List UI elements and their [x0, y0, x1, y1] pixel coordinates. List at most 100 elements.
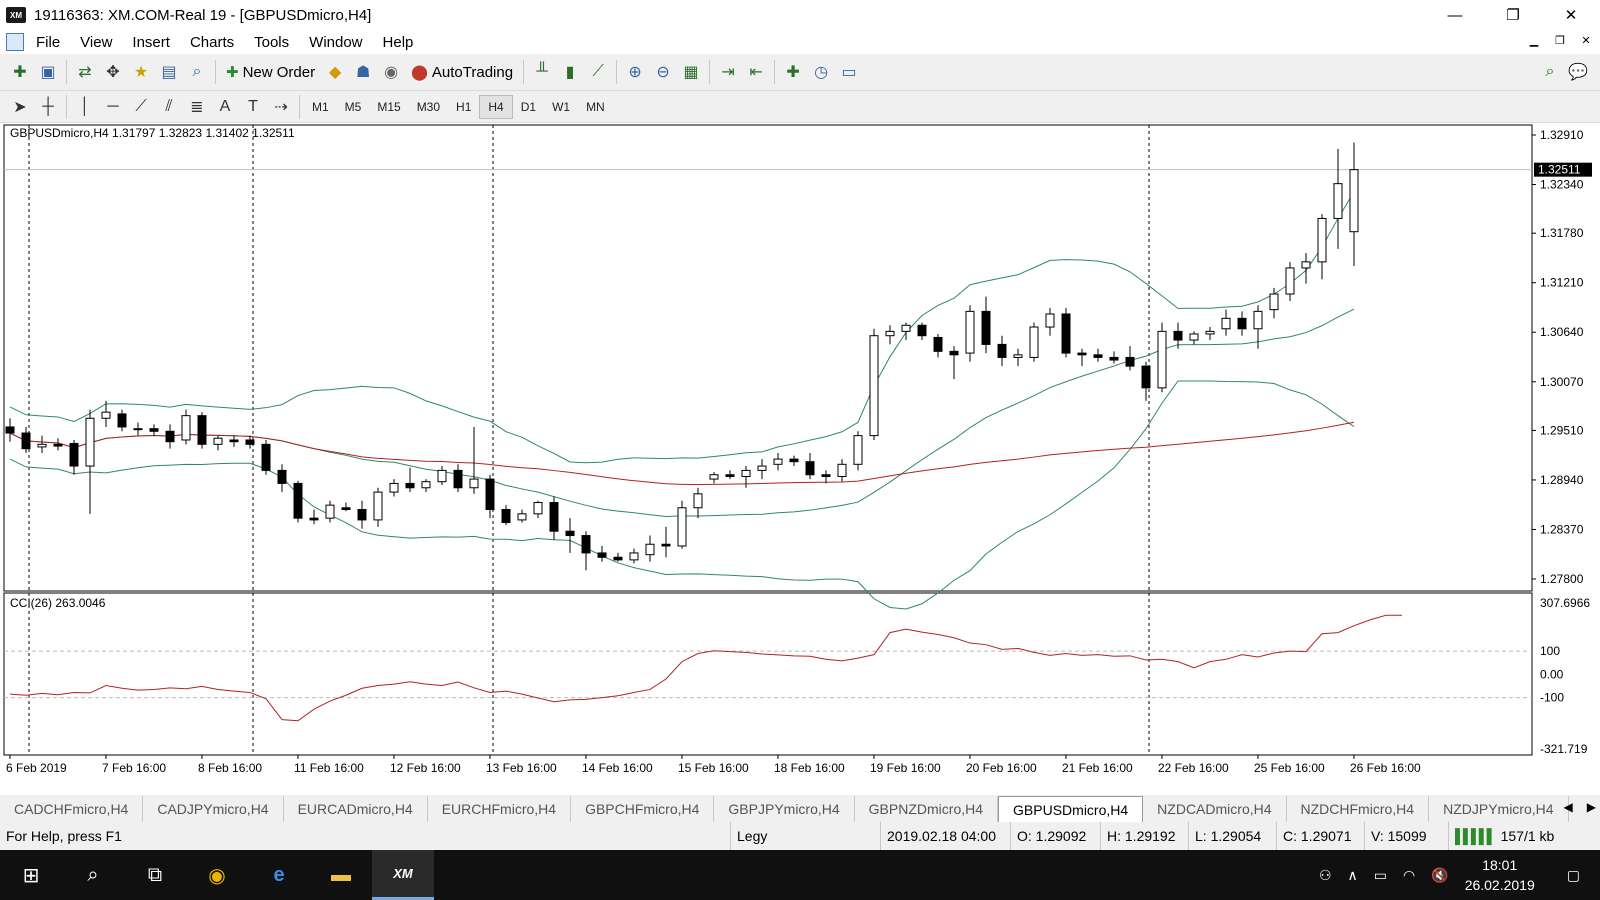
- tray-chevron-icon[interactable]: ∧: [1348, 867, 1358, 884]
- chat-icon[interactable]: 💬: [1564, 59, 1592, 85]
- menu-charts[interactable]: Charts: [180, 34, 244, 51]
- chrome-icon[interactable]: ◉: [186, 850, 248, 900]
- cci-tick-label: 307.6966: [1540, 596, 1590, 610]
- tab-nzdcad[interactable]: NZDCADmicro,H4: [1143, 796, 1287, 822]
- wifi-icon[interactable]: ◠: [1403, 867, 1415, 884]
- tf-m1[interactable]: M1: [304, 95, 337, 119]
- chart-window[interactable]: GBPUSDmicro,H4 1.31797 1.32823 1.31402 1…: [0, 123, 1600, 795]
- templates-icon[interactable]: ▭: [835, 59, 863, 85]
- channel-icon[interactable]: ⫽: [155, 94, 183, 120]
- arrows-icon[interactable]: ⇢: [267, 94, 295, 120]
- terminal-icon[interactable]: ▤: [155, 59, 183, 85]
- zoom-out-icon[interactable]: ⊖: [649, 59, 677, 85]
- metaeditor-icon[interactable]: ◆: [321, 59, 349, 85]
- menu-view[interactable]: View: [70, 34, 122, 51]
- xm-terminal-taskbar-icon[interactable]: XM: [372, 850, 434, 900]
- fibonacci-icon[interactable]: ≣: [183, 94, 211, 120]
- menu-insert[interactable]: Insert: [122, 34, 180, 51]
- indicators-icon[interactable]: ✚: [779, 59, 807, 85]
- cursor-icon[interactable]: ➤: [6, 94, 34, 120]
- menu-tools[interactable]: Tools: [244, 34, 299, 51]
- chart-tabs: CADCHFmicro,H4 CADJPYmicro,H4 EURCADmicr…: [0, 796, 1600, 822]
- close-button[interactable]: ✕: [1542, 0, 1600, 30]
- market-watch-icon[interactable]: ⇄: [71, 59, 99, 85]
- notifications-icon[interactable]: ▢: [1567, 867, 1580, 884]
- tf-mn[interactable]: MN: [578, 95, 613, 119]
- file-explorer-icon[interactable]: ▬: [310, 850, 372, 900]
- edge-icon[interactable]: e: [248, 850, 310, 900]
- tab-gbpchf[interactable]: GBPCHFmicro,H4: [571, 796, 715, 822]
- chart-window-icon[interactable]: [6, 33, 24, 51]
- profiles-icon[interactable]: ▣: [34, 59, 62, 85]
- tf-d1[interactable]: D1: [513, 95, 544, 119]
- tile-windows-icon[interactable]: ▦: [677, 59, 705, 85]
- crosshair-icon[interactable]: ┼: [34, 94, 62, 120]
- status-close: C: 1.29071: [1276, 822, 1364, 850]
- auto-scroll-icon[interactable]: ⇥: [714, 59, 742, 85]
- status-bar: For Help, press F1 Legy 2019.02.18 04:00…: [0, 822, 1600, 850]
- tf-m15[interactable]: M15: [369, 95, 408, 119]
- xm-app-icon: XM: [6, 7, 26, 23]
- battery-icon[interactable]: ▭: [1374, 867, 1387, 884]
- mdi-minimize-button[interactable]: ▁: [1524, 34, 1544, 47]
- candle: [293, 480, 303, 523]
- tab-eurcad[interactable]: EURCADmicro,H4: [284, 796, 428, 822]
- maximize-button[interactable]: ❐: [1484, 0, 1542, 30]
- menu-window[interactable]: Window: [299, 34, 372, 51]
- search-icon[interactable]: ⌕: [1536, 59, 1564, 85]
- mdi-restore-button[interactable]: ❐: [1550, 34, 1570, 47]
- trendline-icon[interactable]: ⟋: [127, 94, 155, 120]
- text-label-icon[interactable]: T: [239, 94, 267, 120]
- strategy-tester-icon[interactable]: ⌕: [183, 59, 211, 85]
- new-chart-icon[interactable]: ✚: [6, 59, 34, 85]
- market-icon[interactable]: ◉: [377, 59, 405, 85]
- price-chart[interactable]: GBPUSDmicro,H4 1.31797 1.32823 1.31402 1…: [0, 123, 1600, 795]
- tab-gbpusd[interactable]: GBPUSDmicro,H4: [998, 796, 1144, 822]
- task-view-icon[interactable]: ⧉: [124, 850, 186, 900]
- zoom-in-icon[interactable]: ⊕: [621, 59, 649, 85]
- periods-icon[interactable]: ◷: [807, 59, 835, 85]
- tab-cadchf[interactable]: CADCHFmicro,H4: [0, 796, 144, 822]
- search-taskbar-icon[interactable]: ⌕: [62, 850, 124, 900]
- line-chart-icon[interactable]: ⟋: [584, 59, 612, 85]
- volume-icon[interactable]: 🔇: [1431, 867, 1448, 884]
- bar-chart-icon[interactable]: ╨: [528, 59, 556, 85]
- menu-file[interactable]: File: [26, 34, 70, 51]
- start-icon[interactable]: ⊞: [0, 850, 62, 900]
- connection-bars-icon: ▌▌▌▌▌: [1455, 828, 1497, 844]
- data-window-icon[interactable]: ✥: [99, 59, 127, 85]
- tf-h1[interactable]: H1: [448, 95, 479, 119]
- vertical-line-icon[interactable]: │: [71, 94, 99, 120]
- menu-help[interactable]: Help: [373, 34, 424, 51]
- tf-w1[interactable]: W1: [544, 95, 578, 119]
- chart-shift-icon[interactable]: ⇤: [742, 59, 770, 85]
- tab-scroll-left-icon[interactable]: ◀: [1564, 800, 1573, 814]
- people-icon[interactable]: ⚇: [1319, 867, 1332, 884]
- autotrading-button[interactable]: ⬤ AutoTrading: [405, 58, 519, 86]
- clock-time: 18:01: [1482, 857, 1518, 873]
- tf-h4[interactable]: H4: [479, 94, 513, 119]
- tab-nzdjpy[interactable]: NZDJPYmicro,H4: [1429, 796, 1569, 822]
- price-tick-label: 1.31210: [1540, 276, 1584, 290]
- tab-nzdchf[interactable]: NZDCHFmicro,H4: [1287, 796, 1430, 822]
- candlestick-icon[interactable]: ▮: [556, 59, 584, 85]
- tab-gbpnzd[interactable]: GBPNZDmicro,H4: [855, 796, 999, 822]
- clock[interactable]: 18:01 26.02.2019: [1465, 855, 1535, 895]
- text-icon[interactable]: A: [211, 94, 239, 120]
- price-tick-label: 1.29510: [1540, 423, 1584, 437]
- tab-scroll-right-icon[interactable]: ▶: [1587, 800, 1596, 814]
- tf-m30[interactable]: M30: [409, 95, 448, 119]
- price-tick-label: 1.27800: [1540, 572, 1584, 586]
- tab-cadjpy[interactable]: CADJPYmicro,H4: [143, 796, 284, 822]
- new-order-button[interactable]: ✚ New Order: [220, 58, 321, 86]
- tf-m5[interactable]: M5: [337, 95, 370, 119]
- mdi-close-button[interactable]: ✕: [1576, 34, 1596, 47]
- tab-eurchf[interactable]: EURCHFmicro,H4: [428, 796, 572, 822]
- horizontal-line-icon[interactable]: ─: [99, 94, 127, 120]
- signals-icon[interactable]: ☗: [349, 59, 377, 85]
- minimize-button[interactable]: —: [1426, 0, 1484, 30]
- date-tick-label: 7 Feb 16:00: [102, 761, 166, 775]
- tab-gbpjpy[interactable]: GBPJPYmicro,H4: [714, 796, 855, 822]
- navigator-icon[interactable]: ★: [127, 59, 155, 85]
- candle: [261, 439, 271, 475]
